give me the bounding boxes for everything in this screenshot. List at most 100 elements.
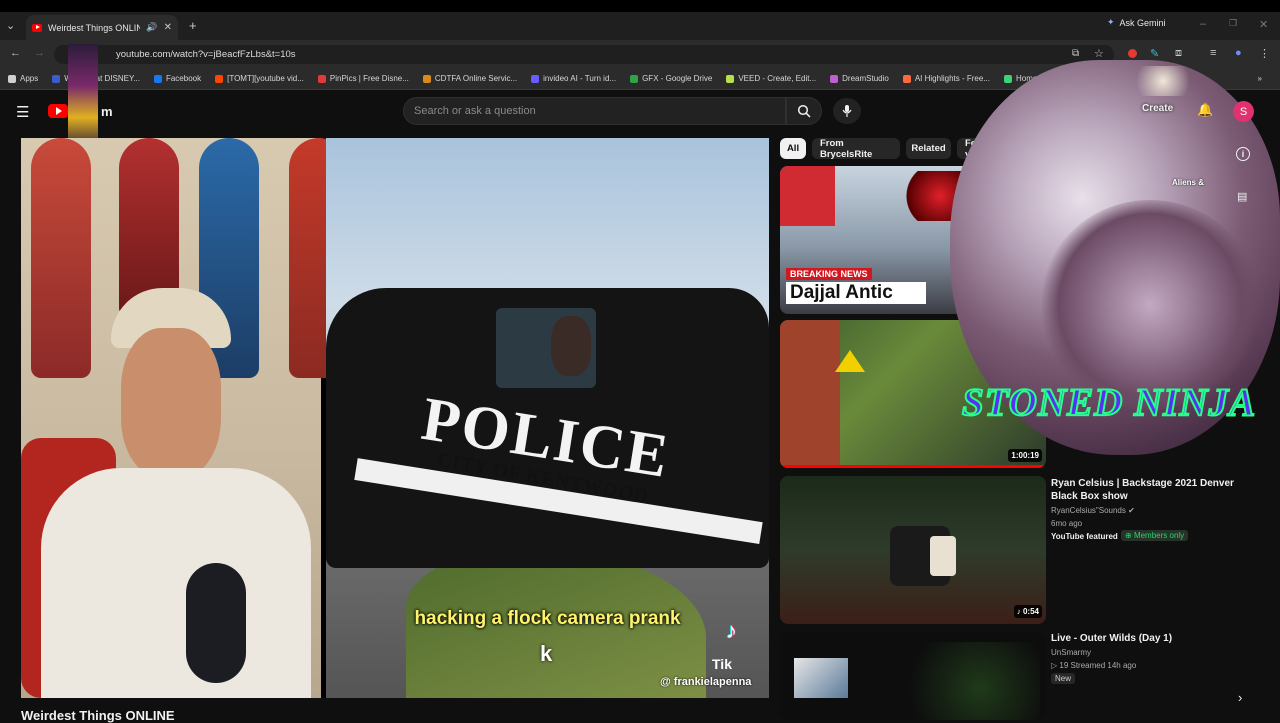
microphone-icon: [842, 105, 852, 117]
tiktok-logo-icon: ♪: [726, 618, 737, 643]
new-tab-icon[interactable]: +: [189, 18, 197, 33]
watched-progress-bar: [780, 465, 1046, 468]
bookmark-favicon-icon: [8, 74, 16, 83]
window-close-icon[interactable]: ✕: [1259, 18, 1268, 31]
media-controls-icon[interactable]: ≡: [1210, 47, 1216, 59]
bookmark-item[interactable]: DreamStudio: [830, 74, 889, 83]
bookmark-favicon-icon: [902, 74, 911, 83]
webcam-panel: [21, 138, 349, 698]
ask-gemini-button[interactable]: ✦ Ask Gemini: [1107, 17, 1166, 28]
voice-search-button[interactable]: [833, 98, 861, 124]
maximize-icon[interactable]: ❐: [1229, 18, 1237, 29]
bookmark-item[interactable]: invideo AI - Turn id...: [531, 74, 616, 83]
recommendation-channel[interactable]: UnSmarmy: [1051, 646, 1091, 659]
bookmark-item[interactable]: Apps: [8, 74, 38, 83]
bookmark-item[interactable]: CDTFA Online Servic...: [422, 74, 517, 83]
bookmark-favicon-icon: [153, 74, 162, 83]
bookmark-label: PinPics | Free Disne...: [329, 74, 409, 83]
profile-icon[interactable]: ●: [1235, 47, 1242, 59]
cast-icon[interactable]: ⧉: [1072, 48, 1079, 59]
notifications-bell-icon[interactable]: 🔔: [1197, 102, 1213, 118]
extensions-puzzle-icon[interactable]: ⧈: [1175, 47, 1182, 60]
bookmark-favicon-icon: [422, 74, 431, 83]
bookmark-label: invideo AI - Turn id...: [543, 74, 617, 83]
bookmark-item[interactable]: [TOMT][youtube vid...: [215, 74, 304, 83]
breaking-news-label: BREAKING NEWS: [786, 268, 872, 280]
bookmark-item[interactable]: Facebook: [153, 74, 202, 83]
recommendation-title[interactable]: Live - Outer Wilds (Day 1): [1051, 632, 1251, 645]
recommendation-meta: 6mo ago: [1051, 519, 1083, 528]
search-placeholder: Search or ask a question: [414, 105, 536, 117]
stoned-ninja-overlay-text: STONED NINJA: [961, 380, 1257, 425]
recommendation-channel[interactable]: RyanCelsius"Sounds ✔: [1051, 504, 1135, 517]
bookmark-label: AI Highlights - Free...: [914, 74, 990, 83]
bookmark-favicon-icon: [317, 74, 326, 83]
avatar[interactable]: S: [1233, 101, 1254, 122]
chip-related[interactable]: Related: [906, 138, 951, 159]
search-icon: [797, 104, 811, 118]
bookmark-item[interactable]: PinPics | Free Disne...: [317, 74, 409, 83]
tiktok-video: POLICE CITY OF KENTWOOD hacking a flock …: [326, 138, 769, 698]
bookmark-label: [TOMT][youtube vid...: [227, 74, 304, 83]
members-only-badge: ⊕ Members only: [1121, 530, 1189, 541]
chip-all[interactable]: All: [780, 138, 806, 159]
bookmark-item[interactable]: VEED - Create, Edit...: [726, 74, 816, 83]
forward-icon[interactable]: →: [34, 47, 45, 59]
trichome-highlight: [1128, 66, 1198, 96]
bookmark-label: GFX - Google Drive: [642, 74, 713, 83]
url-text: youtube.com/watch?v=jBeacfFzLbs&t=10s: [116, 49, 296, 60]
recommendation-thumbnail[interactable]: [780, 632, 1046, 720]
sticker-overlay: [68, 44, 98, 149]
bookmark-label: VEED - Create, Edit...: [738, 74, 817, 83]
video-player[interactable]: POLICE CITY OF KENTWOOD hacking a flock …: [21, 138, 769, 698]
video-title: Weirdest Things ONLINE: [21, 708, 175, 723]
badge-text: Members only: [1133, 531, 1185, 540]
chevron-right-icon[interactable]: ›: [1238, 690, 1242, 705]
hamburger-menu-icon[interactable]: ☰: [16, 103, 29, 121]
person-shirt: [41, 468, 311, 698]
avatar-letter: S: [1239, 105, 1248, 118]
tab-title: Weirdest Things ONLINE - Y: [48, 22, 141, 33]
bookmark-favicon-icon: [52, 74, 61, 83]
video-caption: hacking a flock camera prank: [414, 608, 681, 629]
create-button[interactable]: Create: [1142, 103, 1173, 114]
bookmarks-overflow-icon[interactable]: »: [1258, 74, 1262, 83]
chip-label: All: [786, 143, 800, 154]
bookmark-star-icon[interactable]: ☆: [1094, 47, 1104, 60]
new-badge: New: [1051, 673, 1076, 684]
bookmark-favicon-icon: [215, 74, 224, 83]
members-icon: ⊕: [1125, 531, 1134, 540]
search-button[interactable]: [786, 97, 822, 125]
info-icon[interactable]: i: [1236, 147, 1250, 161]
bookmark-favicon-icon: [630, 74, 639, 83]
recommendation-title[interactable]: Ryan Celsius | Backstage 2021 Denver Bla…: [1051, 477, 1251, 503]
tab-youtube[interactable]: Weirdest Things ONLINE - Y 🔊 ✕: [26, 15, 178, 40]
recommendation-thumbnail[interactable]: ♪ 0:54: [780, 476, 1046, 624]
extension-record-icon[interactable]: [1128, 49, 1137, 58]
tab-close-icon[interactable]: ✕: [164, 22, 172, 33]
thumbnail-portrait: [780, 166, 835, 226]
channel-name: RyanCelsius"Sounds: [1051, 506, 1126, 515]
person-face: [121, 328, 221, 478]
tab-search-chevron-icon[interactable]: ⌄: [6, 19, 15, 32]
bookmark-item[interactable]: AI Highlights - Free...: [902, 74, 990, 83]
bookmark-item[interactable]: GFX - Google Drive: [630, 74, 712, 83]
window-top-strip: [0, 0, 1280, 12]
playlist-icon[interactable]: ▤: [1237, 190, 1247, 203]
minimize-icon[interactable]: –: [1200, 18, 1206, 30]
youtube-favicon-icon: [32, 23, 42, 32]
bookmark-label: Facebook: [165, 74, 202, 83]
search-input[interactable]: Search or ask a question: [403, 97, 786, 125]
gemini-star-icon: ✦: [1107, 17, 1115, 27]
extension-ai-icon[interactable]: ✎: [1150, 47, 1159, 60]
officer: [551, 316, 591, 376]
video-caption-letter: k: [540, 641, 553, 666]
browser-menu-icon[interactable]: ⋮: [1259, 47, 1270, 60]
thumbnail-performer: [930, 536, 956, 576]
address-bar[interactable]: youtube.com/watch?v=jBeacfFzLbs&t=10s: [54, 45, 1114, 64]
back-icon[interactable]: ←: [10, 47, 21, 59]
duration-text: 0:54: [1022, 607, 1039, 616]
thumbnail-inset: [794, 658, 848, 698]
chip-from-channel[interactable]: From BrycelsRite: [812, 138, 900, 160]
speaker-icon[interactable]: 🔊: [146, 22, 157, 33]
